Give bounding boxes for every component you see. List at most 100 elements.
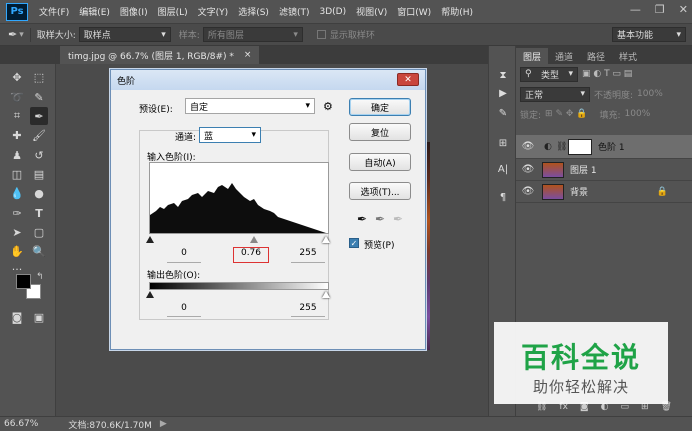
zoom-tool-icon[interactable]: 🔍 bbox=[30, 242, 48, 260]
eraser-tool-icon[interactable]: ◫ bbox=[8, 165, 26, 183]
close-window-button[interactable]: ✕ bbox=[679, 3, 688, 16]
auto-button[interactable]: 自动(A) bbox=[349, 153, 411, 171]
properties-panel-icon[interactable]: ⊞ bbox=[494, 134, 512, 152]
dodge-tool-icon[interactable]: ● bbox=[30, 184, 48, 202]
lock-icons[interactable]: ⊞ ✎ ✥ 🔒 bbox=[545, 109, 587, 119]
clone-stamp-tool-icon[interactable]: ♟ bbox=[8, 146, 26, 164]
input-gamma-value[interactable]: 0.76 bbox=[233, 247, 269, 263]
close-tab-icon[interactable]: × bbox=[244, 50, 252, 60]
status-menu-arrow-icon[interactable]: ▶ bbox=[160, 419, 167, 429]
brush-tool-icon[interactable]: 🖌 bbox=[30, 126, 48, 144]
move-tool-icon[interactable]: ✥ bbox=[8, 68, 26, 86]
output-white-value[interactable]: 255 bbox=[291, 303, 325, 316]
black-point-eyedropper-icon[interactable]: ✒ bbox=[357, 212, 367, 226]
output-black-slider[interactable] bbox=[146, 291, 154, 298]
preset-select[interactable]: 自定 ▾ bbox=[185, 98, 315, 114]
paragraph-panel-icon[interactable]: ¶ bbox=[494, 188, 512, 206]
chevron-down-icon: ▾ bbox=[305, 101, 310, 111]
toolbox: ✥ ⬚ ➰ ✎ ⌗ ✒ ✚ 🖌 ♟ ↺ ◫ ▤ 💧 ● ✑ T ➤ ▢ ✋ 🔍 … bbox=[0, 64, 56, 416]
menu-image[interactable]: 图像(I) bbox=[120, 5, 148, 18]
sample-select[interactable]: 所有图层 ▾ bbox=[202, 27, 303, 42]
kind-filter-select[interactable]: ⚲ 类型 ▾ bbox=[520, 66, 578, 82]
gray-point-eyedropper-icon[interactable]: ✒ bbox=[375, 212, 385, 226]
tool-preset-chevron-icon[interactable]: ▾ bbox=[19, 30, 24, 40]
gradient-tool-icon[interactable]: ▤ bbox=[30, 165, 48, 183]
input-white-slider[interactable] bbox=[322, 236, 330, 243]
document-tab[interactable]: timg.jpg @ 66.7% (图层 1, RGB/8#) * × bbox=[60, 46, 260, 64]
menu-edit[interactable]: 编辑(E) bbox=[79, 5, 110, 18]
minimize-button[interactable]: — bbox=[630, 3, 641, 16]
eye-icon[interactable]: 👁 bbox=[520, 186, 536, 197]
lock-icon: 🔒 bbox=[656, 186, 668, 197]
sample-size-select[interactable]: 取样点 ▾ bbox=[78, 27, 171, 42]
reset-button[interactable]: 复位 bbox=[349, 123, 411, 141]
eyedropper-tool-icon[interactable]: ✒ bbox=[8, 28, 17, 41]
fill-value[interactable]: 100% bbox=[625, 109, 651, 119]
white-point-eyedropper-icon[interactable]: ✒ bbox=[393, 212, 403, 226]
menu-window[interactable]: 窗口(W) bbox=[397, 5, 431, 18]
tab-layers[interactable]: 图层 bbox=[516, 48, 549, 64]
document-tab-bar: timg.jpg @ 66.7% (图层 1, RGB/8#) * × bbox=[0, 46, 488, 64]
input-black-slider[interactable] bbox=[146, 236, 154, 243]
tab-styles[interactable]: 样式 bbox=[612, 48, 644, 64]
quick-select-tool-icon[interactable]: ✎ bbox=[30, 88, 48, 106]
hand-tool-icon[interactable]: ✋ bbox=[8, 242, 26, 260]
menu-file[interactable]: 文件(F) bbox=[39, 5, 69, 18]
eye-icon[interactable]: 👁 bbox=[520, 164, 536, 175]
screen-mode-icon[interactable]: ▣ bbox=[30, 308, 48, 326]
menu-layer[interactable]: 图层(L) bbox=[158, 5, 188, 18]
input-black-value[interactable]: 0 bbox=[167, 248, 201, 261]
ok-button[interactable]: 确定 bbox=[349, 98, 411, 116]
lasso-tool-icon[interactable]: ➰ bbox=[8, 88, 26, 106]
restore-button[interactable]: ❐ bbox=[655, 3, 665, 16]
shape-tool-icon[interactable]: ▢ bbox=[30, 223, 48, 241]
eyedropper-tool-icon[interactable]: ✒ bbox=[30, 107, 48, 125]
menu-view[interactable]: 视图(V) bbox=[356, 5, 387, 18]
menu-3d[interactable]: 3D(D) bbox=[319, 7, 346, 17]
filter-icons[interactable]: ▣ ◐ T ▭ ▤ bbox=[582, 69, 632, 79]
dialog-title-bar[interactable]: 色阶 ✕ bbox=[111, 70, 425, 90]
foreground-color-swatch[interactable] bbox=[16, 274, 31, 289]
character-panel-icon[interactable]: A| bbox=[494, 160, 512, 178]
preview-checkbox[interactable]: ✓ bbox=[349, 238, 359, 248]
output-white-slider[interactable] bbox=[322, 291, 330, 298]
workspace-value: 基本功能 bbox=[617, 31, 654, 41]
path-select-tool-icon[interactable]: ➤ bbox=[8, 223, 26, 241]
blend-mode-select[interactable]: 正常 ▾ bbox=[520, 86, 590, 102]
eye-icon[interactable]: 👁 bbox=[520, 141, 536, 152]
swap-colors-icon[interactable]: ↰ bbox=[36, 272, 44, 282]
layer-row-levels[interactable]: 👁 ◐ ⛓ 色阶 1 bbox=[516, 135, 692, 159]
type-tool-icon[interactable]: T bbox=[30, 204, 48, 222]
dialog-close-button[interactable]: ✕ bbox=[397, 73, 419, 86]
menu-type[interactable]: 文字(Y) bbox=[198, 5, 229, 18]
quick-mask-icon[interactable]: ◙ bbox=[8, 308, 26, 326]
output-black-value[interactable]: 0 bbox=[167, 303, 201, 316]
healing-brush-tool-icon[interactable]: ✚ bbox=[8, 126, 26, 144]
layer-row-layer1[interactable]: 👁 图层 1 bbox=[516, 159, 692, 181]
brush-panel-icon[interactable]: ✎ bbox=[494, 104, 512, 122]
options-button[interactable]: 选项(T)... bbox=[349, 182, 411, 200]
workspace-select[interactable]: 基本功能 ▾ bbox=[612, 27, 686, 42]
blur-tool-icon[interactable]: 💧 bbox=[8, 184, 26, 202]
marquee-tool-icon[interactable]: ⬚ bbox=[30, 68, 48, 86]
opacity-value[interactable]: 100% bbox=[637, 89, 663, 99]
menu-select[interactable]: 选择(S) bbox=[238, 5, 269, 18]
actions-panel-icon[interactable]: ▶ bbox=[494, 84, 512, 102]
tab-channels[interactable]: 通道 bbox=[548, 48, 580, 64]
show-ring-checkbox[interactable] bbox=[316, 30, 326, 39]
chevron-down-icon: ▾ bbox=[676, 29, 681, 40]
pen-tool-icon[interactable]: ✑ bbox=[8, 204, 26, 222]
crop-tool-icon[interactable]: ⌗ bbox=[8, 107, 26, 125]
menu-filter[interactable]: 滤镜(T) bbox=[279, 5, 310, 18]
menu-help[interactable]: 帮助(H) bbox=[441, 5, 473, 18]
status-bar: 66.67% 文档:870.6K/1.70M ▶ bbox=[0, 416, 692, 431]
preset-options-gear-icon[interactable]: ⚙ bbox=[323, 100, 333, 113]
layer-row-background[interactable]: 👁 背景 🔒 bbox=[516, 181, 692, 203]
channel-select[interactable]: 蓝 ▾ bbox=[199, 127, 261, 143]
tab-paths[interactable]: 路径 bbox=[580, 48, 612, 64]
input-gamma-slider[interactable] bbox=[250, 236, 258, 243]
history-brush-tool-icon[interactable]: ↺ bbox=[30, 146, 48, 164]
zoom-level[interactable]: 66.67% bbox=[4, 419, 38, 429]
history-panel-icon[interactable]: ⧗ bbox=[494, 66, 512, 84]
input-white-value[interactable]: 255 bbox=[291, 248, 325, 261]
